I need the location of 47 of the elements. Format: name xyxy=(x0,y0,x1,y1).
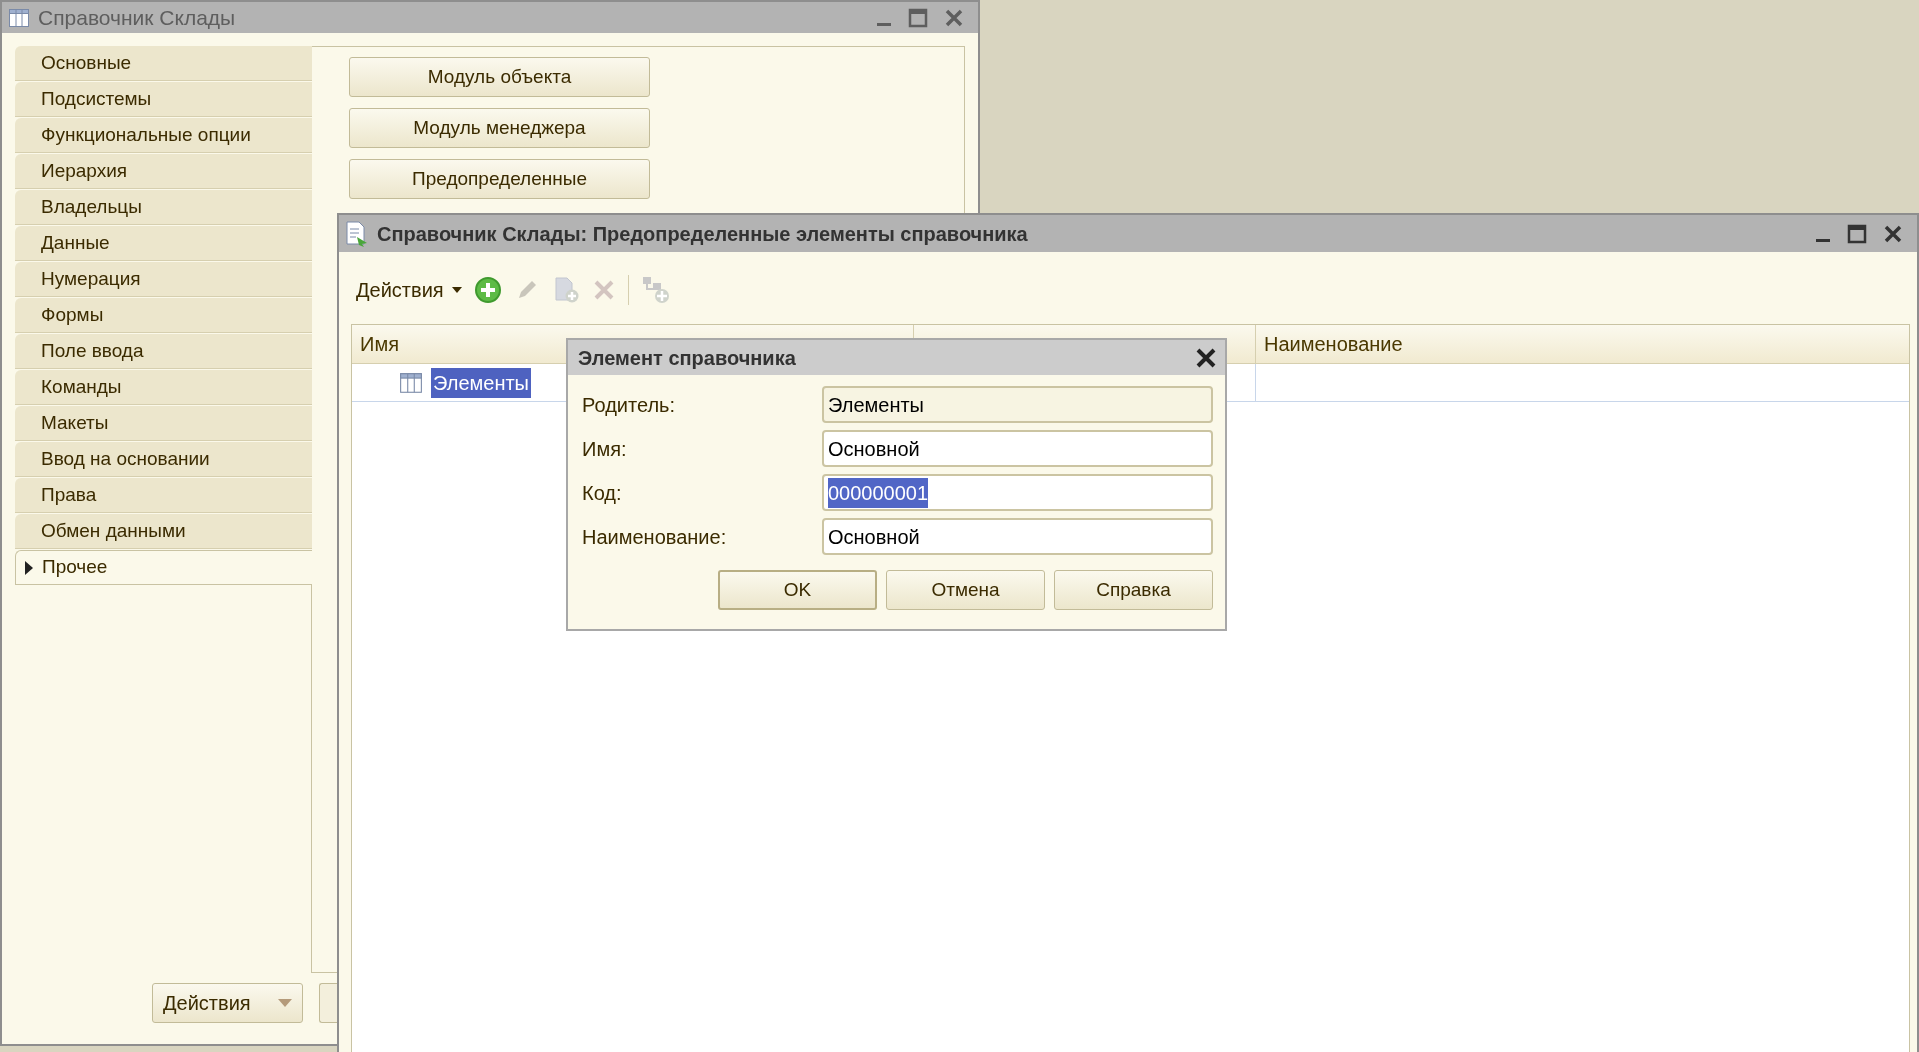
module-button[interactable]: Модуль менеджера xyxy=(349,108,650,148)
input-field[interactable]: Основной xyxy=(822,430,1213,467)
field-label: Имя: xyxy=(582,436,628,462)
window-title: Справочник Склады: Предопределенные элементы справочника xyxy=(377,221,1028,247)
table-icon xyxy=(399,370,423,395)
add-icon[interactable] xyxy=(473,276,502,304)
maximize-icon[interactable] xyxy=(1847,223,1867,244)
module-button[interactable]: Предопределенные xyxy=(349,159,650,199)
maximize-icon[interactable] xyxy=(908,7,928,28)
table-cell[interactable]: Элементы xyxy=(431,367,531,398)
field-label: Наименование: xyxy=(582,524,728,550)
field-label: Код: xyxy=(582,480,623,506)
section-tab[interactable]: Функциональные опции xyxy=(15,118,312,153)
column-header[interactable]: Наименование xyxy=(1256,325,1909,363)
actions-button[interactable]: Действия xyxy=(152,983,303,1023)
actions-menu[interactable]: Действия xyxy=(356,275,462,305)
close-icon[interactable] xyxy=(1195,346,1217,369)
section-tab[interactable]: Владельцы xyxy=(15,190,312,225)
section-tab[interactable]: Ввод на основании xyxy=(15,442,312,477)
window-title: Справочник Склады xyxy=(38,4,236,31)
document-arrow-icon xyxy=(345,220,369,247)
field-label: Родитель: xyxy=(582,392,677,418)
section-tab[interactable]: Нумерация xyxy=(15,262,312,297)
button-edge[interactable] xyxy=(319,983,337,1023)
input-field[interactable]: Элементы xyxy=(822,386,1213,423)
module-button[interactable]: Модуль объекта xyxy=(349,57,650,97)
section-tab[interactable]: Права xyxy=(15,478,312,513)
dialog-button[interactable]: OK xyxy=(718,570,877,610)
section-tab[interactable]: Прочее xyxy=(15,550,312,585)
section-tab[interactable]: Основные xyxy=(15,46,312,81)
dialog-title: Элемент справочника xyxy=(578,345,796,371)
dialog-button[interactable]: Отмена xyxy=(886,570,1045,610)
input-field[interactable]: 000000001 xyxy=(822,474,1213,511)
section-tab[interactable]: Команды xyxy=(15,370,312,405)
section-tab[interactable]: Формы xyxy=(15,298,312,333)
dropdown-arrow-icon xyxy=(278,999,292,1007)
dialog-button[interactable]: Справка xyxy=(1054,570,1213,610)
section-tab[interactable]: Подсистемы xyxy=(15,82,312,117)
dropdown-arrow-icon xyxy=(451,287,462,293)
section-tab[interactable]: Данные xyxy=(15,226,312,261)
input-field[interactable]: Основной xyxy=(822,518,1213,555)
close-icon[interactable] xyxy=(1883,223,1903,244)
section-tab[interactable]: Макеты xyxy=(15,406,312,441)
expand-arrow-icon[interactable] xyxy=(24,559,34,576)
section-tab[interactable]: Обмен данными xyxy=(15,514,312,549)
section-tab[interactable]: Поле ввода xyxy=(15,334,312,369)
section-tab[interactable]: Иерархия xyxy=(15,154,312,189)
